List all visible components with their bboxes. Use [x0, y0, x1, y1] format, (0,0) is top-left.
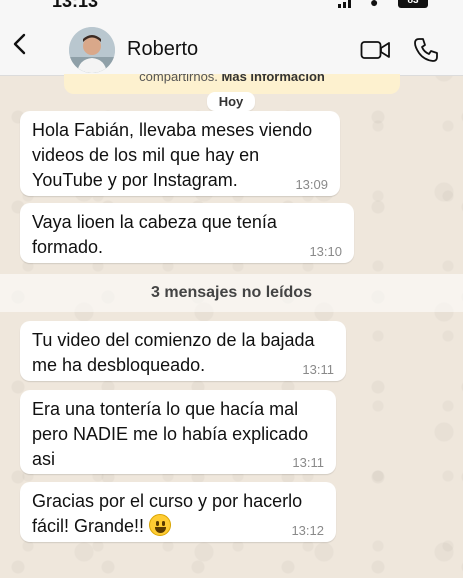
message-bubble[interactable]: Hola Fabián, llevaba meses viendo videos…: [20, 111, 340, 196]
message-time: 13:11: [302, 362, 334, 377]
message-bubble[interactable]: Vaya lioen la cabeza que tenía formado. …: [20, 203, 354, 263]
video-call-icon[interactable]: [360, 39, 391, 61]
chat-header: Roberto: [0, 12, 463, 76]
status-bar: 13:13 ● 83: [0, 0, 463, 12]
message-time: 13:12: [291, 523, 324, 538]
message-time: 13:09: [295, 177, 328, 192]
message-bubble[interactable]: Tu video del comienzo de la bajada me ha…: [20, 321, 346, 381]
message-time: 13:11: [292, 455, 324, 470]
date-chip: Hoy: [207, 92, 255, 111]
unread-separator: 3 mensajes no leídos: [0, 274, 463, 312]
message-bubble[interactable]: Era una tontería lo que hacía mal pero N…: [20, 390, 336, 474]
contact-name[interactable]: Roberto: [127, 38, 198, 61]
message-text: Tu video del comienzo de la bajada me ha…: [32, 330, 315, 375]
grinning-face-icon: [149, 514, 172, 536]
avatar-photo-icon: [69, 27, 115, 73]
message-bubble[interactable]: Gracias por el curso y por hacerlo fácil…: [20, 482, 336, 542]
back-chevron-icon[interactable]: [8, 32, 32, 56]
message-text: Vaya lioen la cabeza que tenía formado.: [32, 212, 277, 257]
battery-indicator: 83: [398, 0, 428, 8]
message-text: Era una tontería lo que hacía mal pero N…: [32, 399, 309, 469]
signal-icon: [338, 0, 351, 8]
status-time: 13:13: [52, 0, 99, 11]
avatar[interactable]: [69, 27, 115, 73]
encryption-notice[interactable]: compartirnos. Más información: [64, 74, 400, 94]
phone-call-icon[interactable]: [412, 36, 440, 64]
notice-text: compartirnos.: [139, 74, 218, 84]
message-text: Hola Fabián, llevaba meses viendo videos…: [32, 120, 313, 190]
more-info-link[interactable]: Más información: [222, 74, 325, 84]
wifi-icon: ●: [370, 0, 379, 10]
message-time: 13:10: [309, 244, 342, 259]
